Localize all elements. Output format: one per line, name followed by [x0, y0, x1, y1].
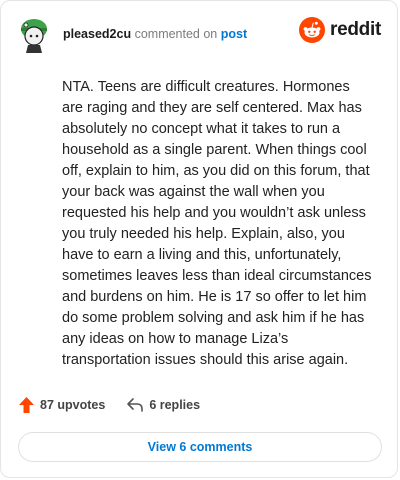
comment-card: pleased2cu commented on post reddit NTA.… [0, 0, 398, 478]
reddit-logo-icon [299, 17, 326, 43]
upvote-count: 87 upvotes [40, 398, 106, 412]
comment-header: pleased2cu commented on post reddit [1, 1, 397, 65]
reddit-logo[interactable]: reddit [299, 17, 381, 43]
comment-meta: pleased2cu commented on post [63, 27, 247, 41]
comment-body: NTA. Teens are difficult creatures. Horm… [62, 79, 372, 368]
view-comments-button[interactable]: View 6 comments [18, 432, 382, 462]
upvote-arrow-icon [19, 397, 34, 413]
commented-on-text: commented on [134, 27, 218, 41]
avatar-icon[interactable] [19, 17, 49, 53]
post-link[interactable]: post [221, 27, 247, 41]
reddit-wordmark: reddit [330, 19, 381, 40]
upvote-button[interactable]: 87 upvotes [19, 397, 105, 413]
username[interactable]: pleased2cu [63, 27, 131, 41]
comment-actions: 87 upvotes 6 replies [19, 397, 200, 413]
reply-icon [127, 398, 144, 412]
reply-count: 6 replies [149, 398, 201, 412]
replies-button[interactable]: 6 replies [127, 398, 200, 412]
